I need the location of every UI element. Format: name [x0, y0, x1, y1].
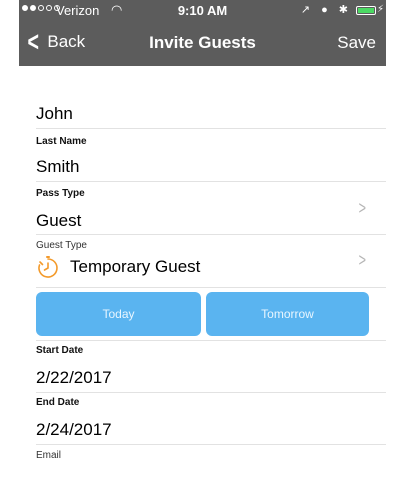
guest-type-value: Temporary Guest [36, 255, 200, 279]
first-name-input[interactable] [36, 104, 356, 124]
invite-guests-screen: Verizon ◠ 9:10 AM ↗ ● ✱ ⚡ < Back Invite … [19, 0, 386, 498]
charging-icon: ⚡ [376, 4, 384, 15]
guest-type-text: Temporary Guest [70, 257, 201, 276]
start-date-label: Start Date [36, 345, 84, 356]
end-date-field[interactable] [36, 420, 356, 440]
end-date-input[interactable] [36, 420, 356, 440]
today-button[interactable]: Today [36, 292, 201, 336]
tomorrow-button[interactable]: Tomorrow [206, 292, 369, 336]
chevron-right-icon: > [359, 198, 367, 218]
top-bar: Verizon ◠ 9:10 AM ↗ ● ✱ ⚡ < Back Invite … [19, 0, 386, 66]
divider [36, 340, 386, 341]
end-date-label: End Date [36, 397, 80, 408]
save-button[interactable]: Save [337, 33, 376, 53]
last-name-field[interactable] [36, 157, 356, 177]
back-button[interactable]: < Back [25, 26, 86, 57]
invite-form: Last Name Pass Type Guest > Guest Type T… [19, 66, 386, 498]
divider [36, 128, 386, 129]
start-date-input[interactable] [36, 368, 356, 388]
status-icons: ↗ ● ✱ [300, 4, 352, 16]
pass-type-label: Pass Type [36, 188, 85, 199]
navigation-bar: < Back Invite Guests Save [19, 22, 386, 66]
email-field[interactable] [19, 446, 386, 498]
battery-icon [356, 6, 376, 15]
divider [36, 444, 386, 445]
guest-type-label: Guest Type [36, 240, 87, 251]
first-name-field[interactable] [36, 104, 356, 124]
chevron-left-icon: < [27, 26, 39, 57]
stopwatch-icon [38, 256, 58, 278]
start-date-field[interactable] [36, 368, 356, 388]
divider [36, 392, 386, 393]
chevron-right-icon: > [359, 250, 367, 270]
last-name-input[interactable] [36, 157, 356, 177]
status-bar: Verizon ◠ 9:10 AM ↗ ● ✱ ⚡ [19, 0, 386, 22]
divider [36, 287, 386, 288]
pass-type-value: Guest [36, 211, 82, 230]
last-name-label: Last Name [36, 136, 87, 147]
back-label: Back [47, 32, 86, 51]
